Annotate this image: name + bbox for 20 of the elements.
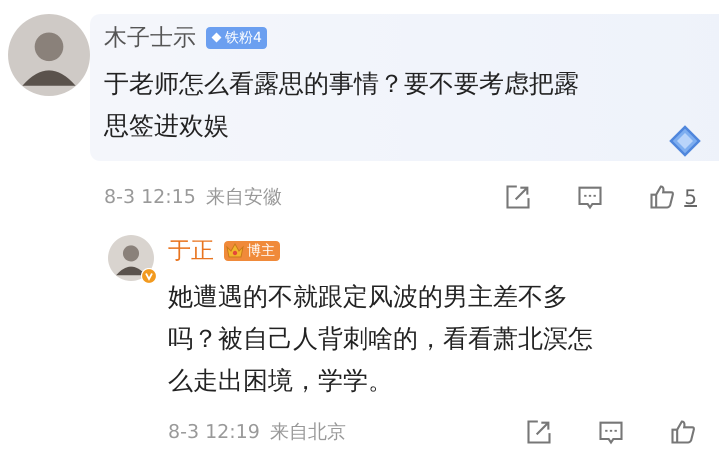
user-name[interactable]: 木子士示 xyxy=(104,22,196,53)
thumbs-up-icon[interactable] xyxy=(669,418,697,446)
comment-text: 于老师怎么看露思的事情？要不要考虑把露 思签进欢娱 xyxy=(104,68,579,142)
badge-label: 铁粉4 xyxy=(225,28,262,46)
avatar-silhouette[interactable] xyxy=(108,235,154,281)
comment-location: 来自安徽 xyxy=(206,185,282,210)
avatar-silhouette[interactable] xyxy=(8,14,90,96)
share-icon[interactable] xyxy=(504,183,532,211)
comment-time: 8-3 12:19 xyxy=(168,421,260,443)
comment-location: 来自北京 xyxy=(270,420,346,445)
thumbs-up-icon[interactable] xyxy=(648,183,676,211)
comment-time: 8-3 12:15 xyxy=(104,186,196,208)
comment-text: 她遭遇的不就跟定风波的男主差不多 吗？被自己人背刺啥的，看看萧北溟怎 么走出困境，学学。 xyxy=(168,281,593,397)
verified-badge-icon xyxy=(141,268,157,284)
user-name[interactable]: 于正 xyxy=(168,235,214,266)
share-icon[interactable] xyxy=(525,418,553,446)
badge-label: 博主 xyxy=(247,242,275,260)
diamond-icon xyxy=(211,32,222,43)
like-count[interactable]: 5 xyxy=(684,185,697,209)
crown-icon xyxy=(225,242,245,260)
